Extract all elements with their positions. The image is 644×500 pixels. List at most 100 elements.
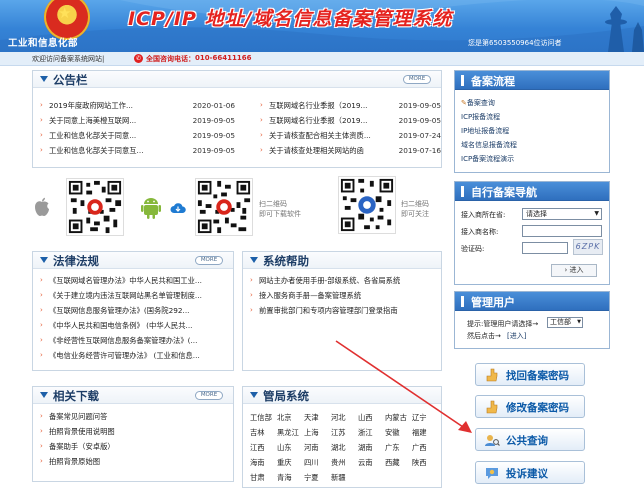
change-password-button[interactable]: 修改备案密码 bbox=[475, 395, 585, 418]
arrow-right-icon: › bbox=[250, 291, 253, 299]
flow-link-ip[interactable]: IP地址报备流程 bbox=[461, 124, 603, 138]
enter-button[interactable]: › 进入 bbox=[551, 264, 597, 277]
law-link[interactable]: 《电信业务经营许可管理办法》 (工业和信息... bbox=[49, 351, 200, 360]
law-link[interactable]: 《中华人民共和国电信条例》 (中华人民共... bbox=[49, 321, 192, 330]
notice-link[interactable]: 关于同意上海美橙互联网... bbox=[49, 116, 136, 125]
bureau-link[interactable]: 重庆 bbox=[277, 455, 304, 470]
flow-link-label: 备案查询 bbox=[466, 99, 495, 107]
bureau-link[interactable]: 陕西 bbox=[412, 455, 439, 470]
download-link[interactable]: 拍照背景使用说明图 bbox=[49, 427, 115, 436]
captcha-image[interactable]: 6ZPK bbox=[573, 239, 603, 255]
flow-link-demo[interactable]: ICP备案流程演示 bbox=[461, 152, 603, 166]
arrow-right-icon: › bbox=[260, 146, 263, 154]
triangle-down-icon bbox=[40, 76, 48, 82]
bureau-link[interactable]: 工信部 bbox=[250, 410, 277, 425]
notice-link[interactable]: 工业和信息化部关于同意... bbox=[49, 131, 136, 140]
province-select[interactable]: 请选择 ▼ bbox=[522, 208, 602, 220]
list-item[interactable]: › 前置审批部门和专项内容管理部门登录指南 bbox=[245, 303, 439, 318]
complaint-button[interactable]: 投诉建议 bbox=[475, 461, 585, 484]
bureau-link[interactable]: 河南 bbox=[304, 440, 331, 455]
bureau-link[interactable]: 云南 bbox=[358, 455, 385, 470]
arrow-right-icon: › bbox=[40, 131, 43, 139]
downloads-title: 相关下载 bbox=[53, 389, 99, 403]
bureau-link[interactable]: 江西 bbox=[250, 440, 277, 455]
list-item[interactable]: › 拍照背景原始图 bbox=[35, 454, 231, 469]
bureau-link[interactable]: 宁夏 bbox=[304, 470, 331, 485]
list-item[interactable]: › 《互联网信息服务管理办法》(国务院292... bbox=[35, 303, 231, 318]
bureau-link[interactable]: 湖南 bbox=[358, 440, 385, 455]
bureau-link[interactable]: 贵州 bbox=[331, 455, 358, 470]
download-link[interactable]: 备案常见问题问答 bbox=[49, 412, 107, 421]
list-item[interactable]: › 《电信业务经营许可管理办法》 (工业和信息... bbox=[35, 348, 231, 363]
law-link[interactable]: 《关于建立境内违法互联网站黑名单管理制度... bbox=[49, 291, 202, 300]
bureau-link[interactable]: 四川 bbox=[304, 455, 331, 470]
flow-link-query[interactable]: ✎备案查询 bbox=[461, 96, 603, 110]
bureau-link[interactable]: 新疆 bbox=[331, 470, 358, 485]
notice-list-left: › 2019年度政府网站工作... 2020-01-06 › 关于同意上海美橙互联网.… bbox=[35, 98, 235, 158]
list-item[interactable]: › 《非经营性互联网信息服务备案管理办法》(... bbox=[35, 333, 231, 348]
law-link[interactable]: 《互联网域名管理办法》中华人民共和国工业... bbox=[49, 276, 202, 285]
flow-link-domain[interactable]: 域名信息报备流程 bbox=[461, 138, 603, 152]
download-cloud-icon[interactable] bbox=[170, 202, 186, 214]
list-item[interactable]: › 工业和信息化部关于同意... 2019-09-05 bbox=[35, 128, 235, 143]
list-item[interactable]: › 2019年度政府网站工作... 2020-01-06 bbox=[35, 98, 235, 113]
list-item[interactable]: › 《互联网域名管理办法》中华人民共和国工业... bbox=[35, 273, 231, 288]
list-item[interactable]: › 互联网域名行业季报（2019... 2019-09-05 bbox=[255, 113, 441, 128]
help-link[interactable]: 网站主办者使用手册-部级系统、各省局系统 bbox=[259, 276, 400, 285]
download-link[interactable]: 备案助手（安卓版） bbox=[49, 442, 115, 451]
law-link[interactable]: 《非经营性互联网信息服务备案管理办法》(... bbox=[49, 336, 197, 345]
notice-link[interactable]: 2019年度政府网站工作... bbox=[49, 101, 133, 110]
find-password-button[interactable]: 找回备案密码 bbox=[475, 363, 585, 386]
android-icon[interactable] bbox=[141, 195, 161, 219]
notice-link[interactable]: 互联网域名行业季报（2019... bbox=[269, 101, 368, 110]
bureau-link[interactable]: 上海 bbox=[304, 425, 331, 440]
list-item[interactable]: › 工业和信息化部关于同意互... 2019-09-05 bbox=[35, 143, 235, 158]
list-item[interactable]: › 《中华人民共和国电信条例》 (中华人民共... bbox=[35, 318, 231, 333]
arrow-right-icon: › bbox=[40, 412, 43, 420]
bureau-link[interactable]: 山东 bbox=[277, 440, 304, 455]
bureau-link[interactable]: 甘肃 bbox=[250, 470, 277, 485]
bureau-link[interactable]: 北京 bbox=[277, 410, 304, 425]
notice-date: 2019-09-05 bbox=[192, 116, 235, 125]
list-item[interactable]: › 互联网域名行业季报（2019... 2019-09-05 bbox=[255, 98, 441, 113]
list-item[interactable]: › 接入服务商手册—备案管理系统 bbox=[245, 288, 439, 303]
bureau-link[interactable]: 广西 bbox=[412, 440, 439, 455]
enter-label: 进入 bbox=[569, 266, 584, 274]
captcha-input[interactable] bbox=[522, 242, 568, 254]
laws-more-button[interactable]: MORE bbox=[195, 256, 223, 265]
list-item[interactable]: › 关于请核查配合相关主体资质... 2019-07-24 bbox=[255, 128, 441, 143]
notice-link[interactable]: 关于请核查处理相关网站的函 bbox=[269, 146, 364, 155]
list-item[interactable]: › 《关于建立境内违法互联网站黑名单管理制度... bbox=[35, 288, 231, 303]
bureau-link[interactable]: 黑龙江 bbox=[277, 425, 304, 440]
law-link[interactable]: 《互联网信息服务管理办法》(国务院292... bbox=[49, 306, 189, 315]
bureau-link[interactable]: 湖北 bbox=[331, 440, 358, 455]
notice-date: 2019-09-05 bbox=[192, 146, 235, 155]
bureau-link[interactable]: 天津 bbox=[304, 410, 331, 425]
admin-enter-link[interactable]: [进入] bbox=[507, 331, 526, 341]
bureau-link[interactable]: 广东 bbox=[385, 440, 412, 455]
notice-link[interactable]: 工业和信息化部关于同意互... bbox=[49, 146, 144, 155]
public-query-button[interactable]: 公共查询 bbox=[475, 428, 585, 451]
list-item[interactable]: › 拍照背景使用说明图 bbox=[35, 424, 231, 439]
notice-link[interactable]: 关于请核查配合相关主体资质... bbox=[269, 131, 371, 140]
notice-more-button[interactable]: MORE bbox=[403, 75, 431, 84]
bureau-link[interactable]: 青海 bbox=[277, 470, 304, 485]
help-link[interactable]: 接入服务商手册—备案管理系统 bbox=[259, 291, 361, 300]
bureau-link[interactable]: 吉林 bbox=[250, 425, 277, 440]
download-link[interactable]: 拍照背景原始图 bbox=[49, 457, 100, 466]
list-item[interactable]: › 关于请核查处理相关网站的函 2019-07-16 bbox=[255, 143, 441, 158]
list-item[interactable]: › 备案常见问题问答 bbox=[35, 409, 231, 424]
help-link[interactable]: 前置审批部门和专项内容管理部门登录指南 bbox=[259, 306, 398, 315]
list-item[interactable]: › 网站主办者使用手册-部级系统、各省局系统 bbox=[245, 273, 439, 288]
downloads-more-button[interactable]: MORE bbox=[195, 391, 223, 400]
notice-link[interactable]: 互联网域名行业季报（2019... bbox=[269, 116, 368, 125]
apple-icon[interactable] bbox=[34, 197, 50, 217]
bureau-link[interactable]: 海南 bbox=[250, 455, 277, 470]
admin-title: 管理用户 bbox=[471, 296, 515, 309]
list-item[interactable]: › 备案助手（安卓版） bbox=[35, 439, 231, 454]
flow-link-icp[interactable]: ICP报备流程 bbox=[461, 110, 603, 124]
admin-role-select[interactable]: 工信部 ▼ bbox=[547, 317, 583, 328]
list-item[interactable]: › 关于同意上海美橙互联网... 2019-09-05 bbox=[35, 113, 235, 128]
bureau-link[interactable]: 西藏 bbox=[385, 455, 412, 470]
provider-name-input[interactable] bbox=[522, 225, 602, 237]
